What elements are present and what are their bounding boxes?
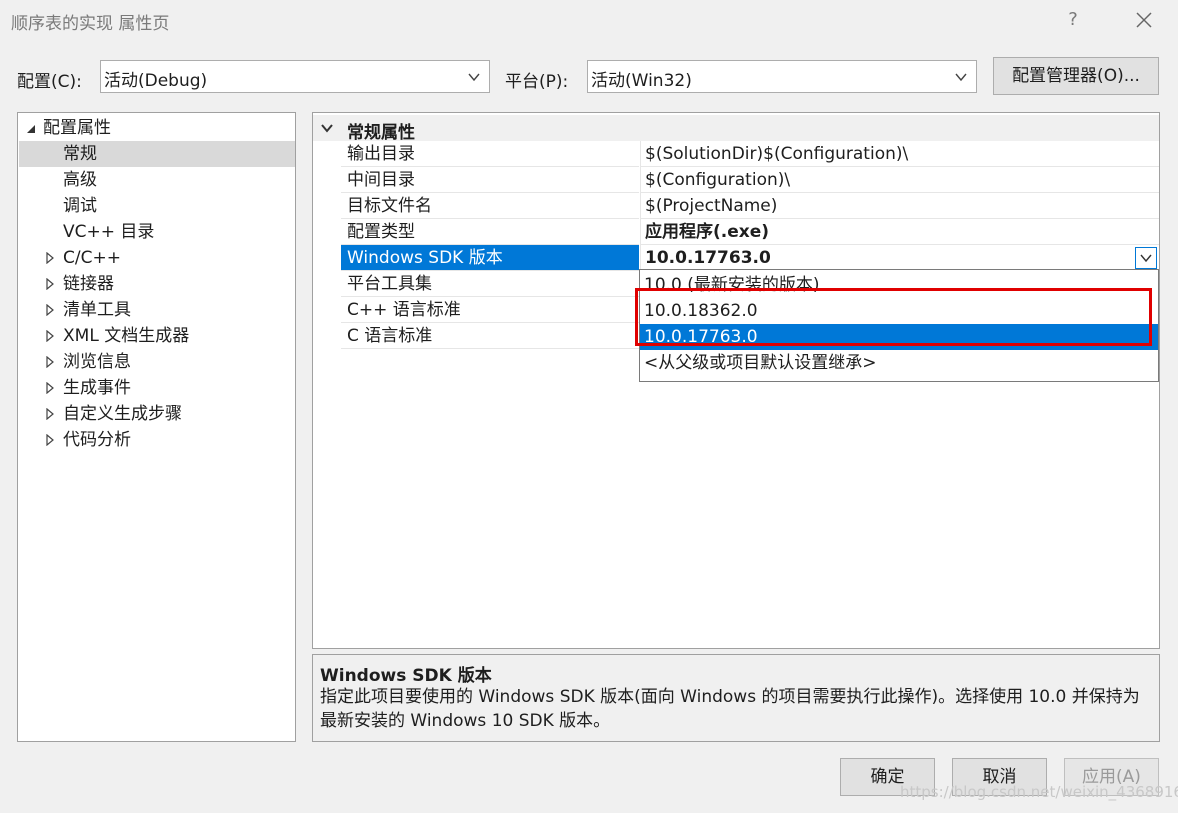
collapsed-triangle-icon bbox=[46, 304, 54, 316]
help-button[interactable]: ? bbox=[1060, 6, 1086, 34]
property-name: C 语言标准 bbox=[341, 323, 639, 349]
property-name: 目标文件名 bbox=[341, 193, 639, 219]
platform-value: 活动(Win32) bbox=[591, 71, 692, 91]
property-name: 输出目录 bbox=[341, 141, 639, 167]
window-title: 顺序表的实现 属性页 bbox=[11, 14, 170, 34]
property-value-text: 10.0.17763.0 bbox=[645, 248, 771, 268]
tree-item-label: 清单工具 bbox=[63, 300, 131, 320]
tree-root-label: 配置属性 bbox=[43, 118, 111, 138]
tree-item[interactable]: 高级 bbox=[18, 167, 295, 193]
tree-item-label: VC++ 目录 bbox=[63, 222, 155, 242]
description-panel: Windows SDK 版本 指定此项目要使用的 Windows SDK 版本(… bbox=[312, 654, 1160, 742]
category-general-properties[interactable]: 常规属性 bbox=[313, 115, 1159, 143]
tree-item-label: 代码分析 bbox=[63, 430, 131, 450]
property-row[interactable]: 输出目录 $(SolutionDir)$(Configuration)\ bbox=[313, 141, 1159, 167]
property-row[interactable]: 配置类型 应用程序(.exe) bbox=[313, 219, 1159, 245]
config-label: 配置(C): bbox=[17, 72, 82, 92]
chevron-down-icon bbox=[468, 73, 480, 82]
tree-item-label: 浏览信息 bbox=[63, 352, 131, 372]
expanded-triangle-icon bbox=[27, 125, 35, 133]
property-value: $(ProjectName) bbox=[640, 193, 1159, 219]
property-value: $(Configuration)\ bbox=[640, 167, 1159, 193]
dropdown-option[interactable]: <从父级或项目默认设置继承> bbox=[640, 350, 1158, 376]
tree-item[interactable]: 浏览信息 bbox=[18, 349, 295, 375]
description-title: Windows SDK 版本 bbox=[320, 666, 492, 686]
property-row[interactable]: 中间目录 $(Configuration)\ bbox=[313, 167, 1159, 193]
highlight-box bbox=[635, 288, 1152, 346]
tree-item[interactable]: VC++ 目录 bbox=[18, 219, 295, 245]
property-value-text: $(SolutionDir)$(Configuration)\ bbox=[645, 144, 909, 164]
property-value[interactable]: 10.0.17763.0 bbox=[640, 245, 1159, 271]
dropdown-button[interactable] bbox=[1135, 247, 1157, 269]
tree-item[interactable]: C/C++ bbox=[18, 245, 295, 271]
property-row[interactable]: Windows SDK 版本 10.0.17763.0 bbox=[313, 245, 1159, 271]
property-name: C++ 语言标准 bbox=[341, 297, 639, 323]
platform-combo[interactable]: 活动(Win32) bbox=[587, 60, 977, 93]
chevron-down-icon bbox=[321, 124, 333, 133]
tree-item[interactable]: 自定义生成步骤 bbox=[18, 401, 295, 427]
tree-item-label: XML 文档生成器 bbox=[63, 326, 190, 346]
tree-item[interactable]: XML 文档生成器 bbox=[18, 323, 295, 349]
collapsed-triangle-icon bbox=[46, 278, 54, 290]
property-name: 配置类型 bbox=[341, 219, 639, 245]
tree-item[interactable]: 代码分析 bbox=[18, 427, 295, 453]
tree-item-label: 自定义生成步骤 bbox=[63, 404, 182, 424]
category-label: 常规属性 bbox=[347, 123, 415, 143]
property-value-text: $(Configuration)\ bbox=[645, 170, 791, 190]
property-value-text: 应用程序(.exe) bbox=[645, 222, 770, 242]
tree-item[interactable]: 调试 bbox=[18, 193, 295, 219]
chevron-down-icon bbox=[1140, 254, 1152, 263]
config-value: 活动(Debug) bbox=[104, 71, 208, 91]
property-row[interactable]: 目标文件名 $(ProjectName) bbox=[313, 193, 1159, 219]
tree-item-label: 生成事件 bbox=[63, 378, 131, 398]
collapsed-triangle-icon bbox=[46, 382, 54, 394]
tree-item[interactable]: 常规 bbox=[19, 141, 295, 167]
tree-item[interactable]: 生成事件 bbox=[18, 375, 295, 401]
property-tree: 配置属性 常规高级调试 VC++ 目录 C/C++ 链接器清单工具 XML 文档生成器浏… bbox=[17, 112, 296, 742]
collapsed-triangle-icon bbox=[46, 252, 54, 264]
property-value-text: $(ProjectName) bbox=[645, 196, 778, 216]
property-name: 平台工具集 bbox=[341, 271, 639, 297]
tree-item-label: 常规 bbox=[63, 144, 97, 164]
platform-label: 平台(P): bbox=[505, 72, 569, 92]
close-icon bbox=[1136, 12, 1152, 28]
property-name: Windows SDK 版本 bbox=[341, 245, 639, 271]
collapsed-triangle-icon bbox=[46, 330, 54, 342]
chevron-down-icon bbox=[955, 73, 967, 82]
tree-root-config-properties[interactable]: 配置属性 bbox=[18, 115, 295, 141]
tree-item-label: 链接器 bbox=[63, 274, 114, 294]
description-text: 指定此项目要使用的 Windows SDK 版本(面向 Windows 的项目需… bbox=[320, 687, 1140, 731]
tree-item[interactable]: 清单工具 bbox=[18, 297, 295, 323]
collapsed-triangle-icon bbox=[46, 434, 54, 446]
config-combo[interactable]: 活动(Debug) bbox=[100, 60, 490, 93]
tree-item[interactable]: 链接器 bbox=[18, 271, 295, 297]
collapsed-triangle-icon bbox=[46, 408, 54, 420]
tree-item-label: 调试 bbox=[63, 196, 97, 216]
title-bar: 顺序表的实现 属性页 ? bbox=[0, 0, 1178, 40]
collapsed-triangle-icon bbox=[46, 356, 54, 368]
property-value: 应用程序(.exe) bbox=[640, 219, 1159, 245]
config-manager-button[interactable]: 配置管理器(O)... bbox=[993, 57, 1159, 95]
property-name: 中间目录 bbox=[341, 167, 639, 193]
close-button[interactable] bbox=[1130, 6, 1158, 34]
property-value: $(SolutionDir)$(Configuration)\ bbox=[640, 141, 1159, 167]
watermark: https://blog.csdn.net/weixin_43689161 bbox=[900, 783, 1178, 801]
tree-item-label: 高级 bbox=[63, 170, 97, 190]
tree-item-label: C/C++ bbox=[63, 248, 121, 268]
